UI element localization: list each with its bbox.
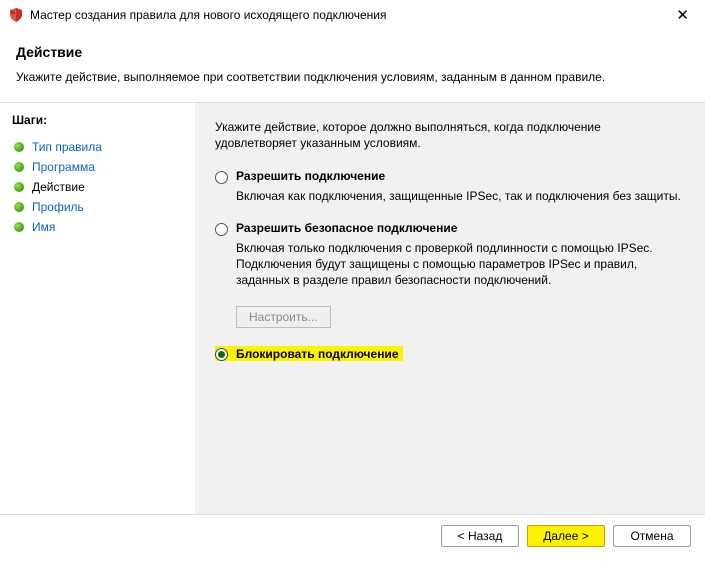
option-label: Блокировать подключение: [236, 347, 399, 361]
step-program[interactable]: Программа: [12, 157, 185, 177]
window-title: Мастер создания правила для нового исход…: [30, 8, 670, 22]
page-subtitle: Укажите действие, выполняемое при соотве…: [16, 70, 689, 84]
option-allow-secure-desc: Включая только подключения с проверкой п…: [236, 240, 683, 289]
step-label: Имя: [32, 220, 55, 234]
option-label: Разрешить подключение: [236, 169, 385, 183]
step-name[interactable]: Имя: [12, 217, 185, 237]
wizard-header: Действие Укажите действие, выполняемое п…: [0, 30, 705, 103]
customize-button: Настроить...: [236, 306, 331, 328]
step-bullet-icon: [14, 202, 24, 212]
wizard-body: Шаги: Тип правила Программа Действие Про…: [0, 103, 705, 514]
step-label: Профиль: [32, 200, 84, 214]
step-label: Программа: [32, 160, 95, 174]
option-allow-desc: Включая как подключения, защищенные IPSe…: [236, 188, 683, 204]
step-label: Действие: [32, 180, 85, 194]
step-rule-type[interactable]: Тип правила: [12, 137, 185, 157]
steps-sidebar: Шаги: Тип правила Программа Действие Про…: [0, 103, 195, 514]
steps-heading: Шаги:: [12, 113, 185, 127]
cancel-button[interactable]: Отмена: [613, 525, 691, 547]
firewall-shield-icon: [8, 7, 24, 23]
titlebar: Мастер создания правила для нового исход…: [0, 0, 705, 30]
wizard-footer: < Назад Далее > Отмена: [0, 514, 705, 561]
step-bullet-icon: [14, 162, 24, 172]
step-action[interactable]: Действие: [12, 177, 185, 197]
step-bullet-icon: [14, 182, 24, 192]
option-label: Разрешить безопасное подключение: [236, 221, 457, 235]
option-block[interactable]: Блокировать подключение: [215, 346, 683, 364]
steps-list: Тип правила Программа Действие Профиль И…: [12, 137, 185, 237]
wizard-window: Мастер создания правила для нового исход…: [0, 0, 705, 561]
radio-icon[interactable]: [215, 171, 228, 184]
option-allow-secure[interactable]: Разрешить безопасное подключение: [215, 221, 683, 236]
step-bullet-icon: [14, 222, 24, 232]
option-allow[interactable]: Разрешить подключение: [215, 169, 683, 184]
page-title: Действие: [16, 44, 689, 60]
radio-icon[interactable]: [215, 223, 228, 236]
step-profile[interactable]: Профиль: [12, 197, 185, 217]
wizard-content: Укажите действие, которое должно выполня…: [195, 103, 705, 514]
content-intro-text: Укажите действие, которое должно выполня…: [215, 119, 683, 151]
next-button[interactable]: Далее >: [527, 525, 605, 547]
back-button[interactable]: < Назад: [441, 525, 519, 547]
radio-icon[interactable]: [215, 348, 228, 361]
close-icon[interactable]: ✕: [670, 6, 695, 25]
step-label: Тип правила: [32, 140, 102, 154]
option-highlight: Блокировать подключение: [215, 346, 403, 361]
step-bullet-icon: [14, 142, 24, 152]
